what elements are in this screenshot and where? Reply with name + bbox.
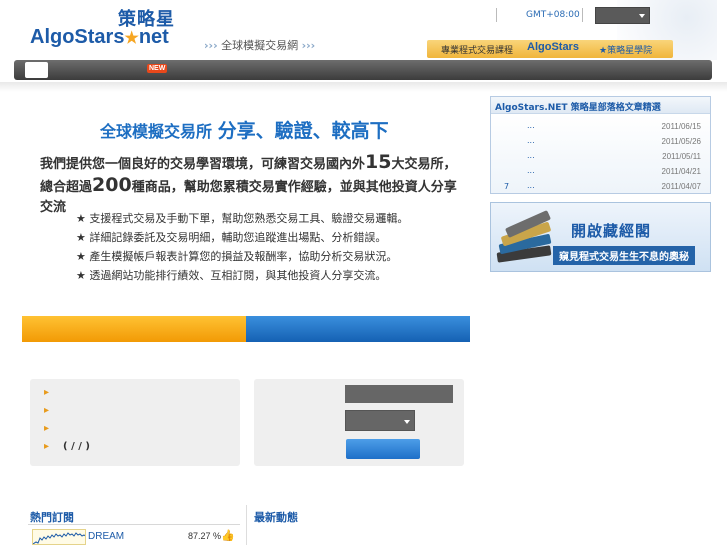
row-title[interactable]: ... xyxy=(527,181,535,190)
banner-subtitle: 窺見程式交易生生不息的奧秘 xyxy=(553,246,695,265)
blog-widget: AlgoStars.NET 策略星部落格文章精選 ... 2011/06/15 … xyxy=(490,96,711,194)
row-title[interactable]: ... xyxy=(527,166,535,175)
row-title[interactable]: ... xyxy=(527,136,535,145)
arrows-icon: ››› xyxy=(301,39,316,52)
feature-item: ★ 產生模擬帳戶報表計算您的損益及報酬率，協助分析交易狀況。 xyxy=(76,250,398,263)
bullet-icon: ▸ xyxy=(44,423,50,434)
language-select[interactable] xyxy=(595,7,650,24)
list-item[interactable]: ... 2011/06/15 xyxy=(491,119,710,133)
promo-label: 專業程式交易課程 xyxy=(441,46,514,56)
tab-left[interactable] xyxy=(22,316,246,342)
account-select[interactable] xyxy=(345,410,415,431)
promo-brand: AlgoStars xyxy=(527,41,579,53)
divider xyxy=(246,505,247,545)
hero-title: 全球模擬交易所 分享、驗證、較高下 xyxy=(100,116,389,143)
promo-suffix: ★策略星學院 xyxy=(599,46,653,56)
main-nav xyxy=(14,60,712,80)
logo-star-icon: ★ xyxy=(124,30,139,47)
logo-text: AlgoStars xyxy=(30,26,125,48)
blog-list: ... 2011/06/15 ... 2011/05/26 ... 2011/0… xyxy=(491,115,710,193)
login-button[interactable] xyxy=(346,439,420,459)
new-badge: NEW xyxy=(147,64,168,73)
blog-title[interactable]: AlgoStars.NET 策略星部落格文章精選 xyxy=(495,100,661,113)
intro-part: 我們提供您一個良好的交易學習環境，可練習交易國內外 xyxy=(40,157,366,172)
hero-title-main: 全球模擬交易所 xyxy=(100,122,213,141)
chevron-down-icon xyxy=(404,420,410,424)
list-item[interactable]: ... 2011/05/11 xyxy=(491,149,710,163)
banner-title: 開啟藏經閣 xyxy=(571,222,652,240)
bullet-icon: ▸ xyxy=(44,405,50,416)
row-title[interactable]: ... xyxy=(527,121,535,130)
row-date: 2011/05/26 xyxy=(661,137,701,146)
timezone-link[interactable]: GMT+08:00 xyxy=(526,10,580,20)
row-title[interactable]: ... xyxy=(527,151,535,160)
feature-item: ★ 支援程式交易及手動下單，幫助您熟悉交易工具、驗證交易邏輯。 xyxy=(76,212,409,225)
hot-subscriptions-title: 熱門訂閱 xyxy=(30,511,74,524)
tab-right[interactable] xyxy=(246,316,470,342)
feature-item: ★ 詳細記錄委託及交易明細，輔助您追蹤進出場點、分析錯誤。 xyxy=(76,231,387,244)
thumbs-up-icon[interactable]: 👍 xyxy=(221,529,235,542)
blog-header: AlgoStars.NET 策略星部落格文章精選 xyxy=(491,97,710,114)
list-item[interactable]: ... 2011/04/21 xyxy=(491,164,710,178)
divider xyxy=(582,8,583,22)
username-field[interactable] xyxy=(345,385,453,403)
sparkline-chart[interactable] xyxy=(32,529,86,545)
library-banner[interactable]: 開啟藏經閣 窺見程式交易生生不息的奧秘 xyxy=(490,202,711,272)
list-item[interactable]: ... 2011/05/26 xyxy=(491,134,710,148)
feature-item: ★ 透過網站功能排行績效、互相訂閱，與其他投資人分享交流。 xyxy=(76,269,387,282)
date-range: ( / / ) xyxy=(63,441,90,452)
nav-shadow xyxy=(0,82,727,92)
nav-home-button[interactable] xyxy=(25,62,48,78)
promo-banner[interactable]: 專業程式交易課程 AlgoStars ★策略星學院 xyxy=(427,40,673,58)
row-date: 2011/04/07 xyxy=(661,182,701,191)
divider xyxy=(496,8,497,22)
list-item[interactable]: ▸ ( / / ) xyxy=(44,441,90,452)
divider xyxy=(28,524,240,525)
list-item[interactable]: 7 ... 2011/04/07 xyxy=(491,179,710,193)
site-slogan: ››› 全球模擬交易網 ››› xyxy=(204,37,315,53)
site-logo[interactable]: AlgoStars★net xyxy=(30,26,169,49)
list-item[interactable]: ▸ xyxy=(44,423,49,434)
intro-number: 15 xyxy=(365,151,392,173)
strategy-return: 87.27 % xyxy=(188,531,222,541)
row-date: 2011/05/11 xyxy=(662,152,701,161)
site-header: 策略星 AlgoStars★net ››› 全球模擬交易網 ››› GMT+08… xyxy=(0,0,727,60)
row-index: 7 xyxy=(504,182,510,191)
logo-net: net xyxy=(138,26,169,48)
bullet-icon: ▸ xyxy=(44,387,50,398)
row-date: 2011/06/15 xyxy=(661,122,701,131)
chevron-down-icon xyxy=(639,14,645,18)
latest-news-title: 最新動態 xyxy=(254,511,298,524)
row-date: 2011/04/21 xyxy=(661,167,701,176)
info-panel: ▸ ▸ ▸ ▸ ( / / ) xyxy=(30,379,240,466)
strategy-link[interactable]: DREAM xyxy=(88,531,124,542)
feature-list: ★ 支援程式交易及手動下單，幫助您熟悉交易工具、驗證交易邏輯。 ★ 詳細記錄委託… xyxy=(76,209,408,285)
arrows-icon: ››› xyxy=(204,39,218,52)
slogan-text: 全球模擬交易網 xyxy=(221,39,299,52)
hero-title-highlight: 分享、驗證、較高下 xyxy=(217,120,389,142)
intro-number: 200 xyxy=(92,174,132,196)
bullet-icon: ▸ xyxy=(44,441,50,452)
list-item[interactable]: ▸ xyxy=(44,387,49,398)
list-item[interactable]: ▸ xyxy=(44,405,49,416)
